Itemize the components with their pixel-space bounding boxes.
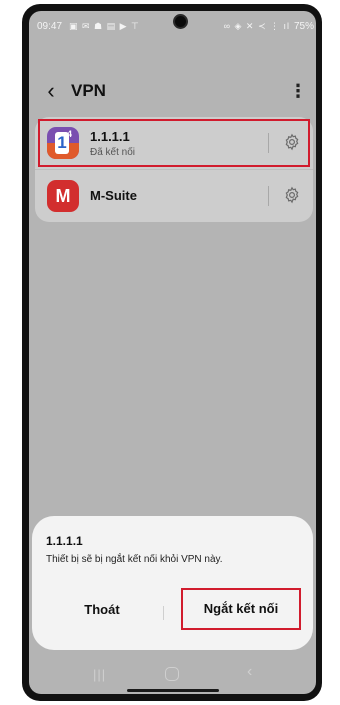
highlight-box <box>38 119 310 167</box>
home-icon[interactable] <box>165 667 179 681</box>
status-bar: 09:47 ▣ ✉ ☗ ▤ ▶ ⊤ ∞ ◈ ✕ ≺ ⋮ ıl 75% <box>29 11 316 41</box>
back-arrow-icon[interactable]: ‹ <box>39 79 63 103</box>
phone-frame: 09:47 ▣ ✉ ☗ ▤ ▶ ⊤ ∞ ◈ ✕ ≺ ⋮ ıl 75% ‹ VPN… <box>22 4 322 701</box>
vpn-item-1111[interactable]: 1 4 1.1.1.1 Đã kết nối <box>35 117 313 169</box>
gear-icon[interactable] <box>283 186 301 204</box>
dialog-message: Thiết bị sẽ bị ngắt kết nối khỏi VPN này… <box>46 554 223 565</box>
system-status-icons: ∞ ◈ ✕ ≺ ⋮ ıl <box>223 21 290 31</box>
m-suite-icon: M <box>47 180 79 212</box>
cancel-button[interactable]: Thoát <box>52 594 152 626</box>
disconnect-button[interactable]: Ngắt kết nối <box>181 588 301 630</box>
dialog-title: 1.1.1.1 <box>46 534 83 548</box>
battery-percentage: 75% <box>293 21 314 32</box>
dialog-buttons: Thoát Ngắt kết nối <box>32 586 313 636</box>
gesture-handle <box>127 689 219 692</box>
vpn-item-msuite[interactable]: M M-Suite <box>35 169 313 222</box>
recent-apps-icon[interactable]: ||| <box>93 667 106 682</box>
page-title: VPN <box>71 81 106 100</box>
nav-back-icon[interactable]: ‹ <box>247 663 252 681</box>
navigation-bar: ||| ‹ <box>29 661 316 694</box>
more-options-icon[interactable]: ⋮ <box>288 80 308 104</box>
vpn-list: 1 4 1.1.1.1 Đã kết nối M M-Suite <box>35 117 313 222</box>
status-time: 09:47 <box>37 21 63 32</box>
app-bar: ‹ VPN ⋮ <box>29 75 316 111</box>
camera-cutout <box>173 14 188 29</box>
vpn-item-name: M-Suite <box>90 188 137 203</box>
button-separator <box>163 606 164 620</box>
notification-icons: ▣ ✉ ☗ ▤ ▶ ⊤ <box>69 21 140 31</box>
item-divider <box>268 186 269 206</box>
disconnect-dialog: 1.1.1.1 Thiết bị sẽ bị ngắt kết nối khỏi… <box>32 516 313 650</box>
phone-screen: 09:47 ▣ ✉ ☗ ▤ ▶ ⊤ ∞ ◈ ✕ ≺ ⋮ ıl 75% ‹ VPN… <box>29 11 316 694</box>
